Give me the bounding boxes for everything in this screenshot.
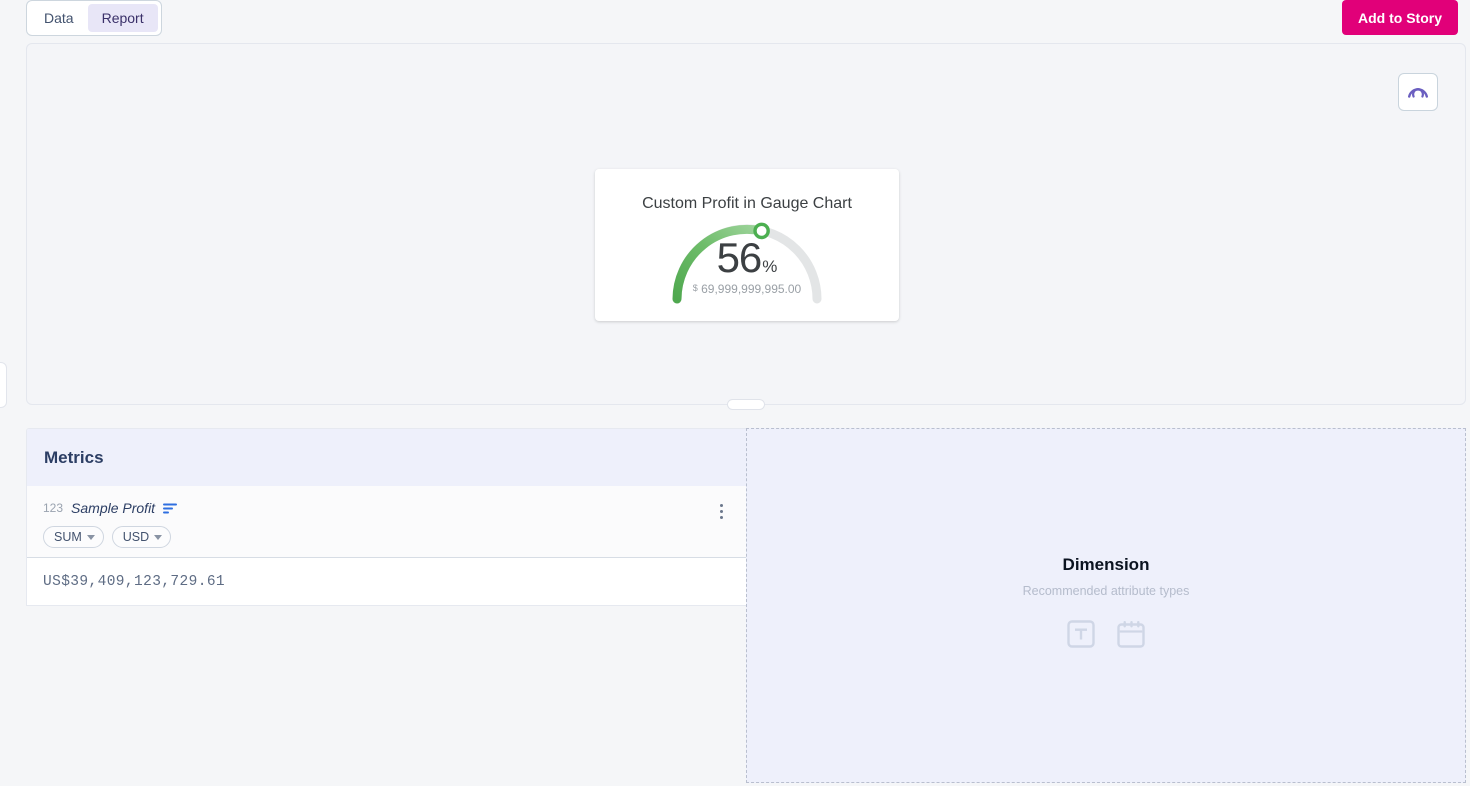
chart-canvas: Custom Profit in Gauge Chart 56% $ 69,99… bbox=[26, 43, 1466, 410]
tab-report[interactable]: Report bbox=[87, 4, 158, 32]
dimension-recommended-icons bbox=[1064, 617, 1148, 656]
dimension-drop-zone[interactable]: Dimension Recommended attribute types bbox=[746, 428, 1466, 783]
chevron-down-icon bbox=[154, 534, 163, 540]
metric-row[interactable]: 123 Sample Profit SUM USD bbox=[27, 486, 746, 558]
sort-descending-icon[interactable] bbox=[163, 503, 178, 514]
metrics-panel-title: Metrics bbox=[44, 447, 104, 467]
kebab-dot bbox=[719, 515, 723, 519]
tab-data[interactable]: Data bbox=[30, 4, 88, 32]
gauge-value-marker bbox=[753, 222, 770, 240]
dimension-title: Dimension bbox=[1062, 555, 1150, 574]
canvas-resize-handle[interactable] bbox=[727, 399, 765, 410]
chart-type-button[interactable] bbox=[1398, 73, 1438, 111]
gauge-arc-svg bbox=[672, 222, 822, 304]
view-mode-toggle-group: Data Report bbox=[26, 0, 162, 36]
gauge-visual: 56% $ 69,999,999,995.00 bbox=[595, 215, 899, 315]
gauge-chart-card[interactable]: Custom Profit in Gauge Chart 56% $ 69,99… bbox=[595, 169, 899, 321]
metrics-panel: Metrics 123 Sample Profit SUM USD US$39,… bbox=[26, 428, 746, 606]
metric-type-badge: 123 bbox=[43, 501, 64, 515]
aggregation-value: SUM bbox=[54, 530, 82, 544]
text-attribute-icon bbox=[1064, 617, 1098, 656]
metric-value: US$39,409,123,729.61 bbox=[43, 574, 226, 590]
metrics-panel-header: Metrics bbox=[27, 429, 746, 486]
add-to-story-button[interactable]: Add to Story bbox=[1342, 0, 1458, 35]
currency-value: USD bbox=[122, 530, 150, 544]
kebab-dot bbox=[719, 509, 723, 513]
metric-value-row: US$39,409,123,729.61 bbox=[27, 558, 746, 605]
collapse-panel-handle[interactable] bbox=[0, 362, 7, 408]
date-attribute-icon bbox=[1114, 617, 1148, 656]
dimension-subtitle: Recommended attribute types bbox=[1022, 584, 1190, 598]
shelf-area: Metrics 123 Sample Profit SUM USD US$39,… bbox=[26, 428, 1466, 783]
gauge-chart-title: Custom Profit in Gauge Chart bbox=[642, 195, 852, 212]
currency-dropdown[interactable]: USD bbox=[111, 526, 172, 548]
metric-row-menu-button[interactable] bbox=[710, 498, 732, 524]
gauge-icon bbox=[1407, 81, 1429, 103]
kebab-dot bbox=[719, 503, 723, 507]
top-toolbar: Data Report Add to Story bbox=[0, 0, 1470, 36]
metric-name: Sample Profit bbox=[71, 500, 156, 516]
chevron-down-icon bbox=[86, 534, 95, 540]
aggregation-dropdown[interactable]: SUM bbox=[43, 526, 104, 548]
